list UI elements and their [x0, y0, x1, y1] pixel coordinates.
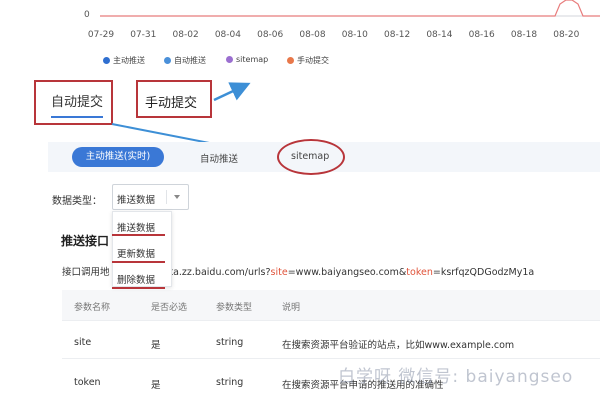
table-header-name: 参数名称 — [74, 303, 111, 313]
param-type: string — [216, 377, 244, 388]
x-tick-label: 07-29 — [87, 30, 115, 40]
chevron-down-icon[interactable] — [166, 190, 186, 204]
legend-item[interactable]: 主动推送 — [103, 55, 145, 66]
submission-chart: 0 07-29 07-31 08-02 08-04 08-06 08-08 08-10 08-… — [0, 0, 600, 70]
legend-label: sitemap — [236, 55, 269, 64]
api-url-site-key: site — [270, 267, 288, 278]
legend-dot-icon — [287, 57, 294, 64]
annotation-underline — [112, 287, 165, 289]
dropdown-option-delete[interactable]: 删除数据 — [117, 272, 155, 286]
x-tick-label: 08-08 — [299, 30, 326, 40]
annotation-underline — [112, 261, 165, 263]
dropdown-option-update[interactable]: 更新数据 — [117, 246, 155, 260]
param-required: 是 — [151, 340, 161, 351]
param-required: 是 — [151, 380, 161, 391]
api-url-token-value: =ksrfqzQDGodzMy1a — [432, 267, 535, 278]
annotation-underline — [112, 234, 165, 236]
x-tick-label: 08-04 — [214, 30, 241, 40]
annotation-box-manual-submit — [136, 80, 212, 118]
x-tick-label: 08-18 — [510, 30, 538, 40]
api-url-host: data.zz.baidu.com/urls? — [157, 267, 271, 278]
param-type: string — [216, 337, 244, 348]
x-tick-label: 08-14 — [426, 30, 453, 40]
watermark: 白学呀 微信号: baiyangseo — [338, 367, 574, 387]
annotation-box-auto-submit — [34, 80, 113, 125]
x-tick-label: 08-20 — [553, 30, 580, 40]
param-name: token — [74, 377, 101, 388]
legend-dot-icon — [226, 56, 233, 63]
data-type-label: 数据类型： — [52, 196, 102, 207]
legend-item[interactable]: sitemap — [226, 55, 268, 64]
api-url-site-value: =www.baiyangseo.com& — [287, 267, 407, 278]
push-interface-title: 推送接口 — [61, 234, 110, 248]
x-tick-label: 08-10 — [341, 30, 368, 40]
data-type-selected-value: 推送数据 — [117, 195, 156, 206]
x-tick-label: 08-12 — [384, 30, 411, 40]
params-table-header — [62, 290, 600, 320]
legend-label: 主动推送 — [113, 56, 145, 65]
param-name: site — [74, 337, 92, 348]
x-tick-label: 08-16 — [468, 30, 495, 40]
subtab-active-push[interactable]: 主动推送(实时) — [72, 147, 164, 167]
annotation-ellipse-sitemap — [277, 139, 345, 175]
x-tick-label: 08-06 — [257, 30, 284, 40]
param-desc: 在搜索资源平台验证的站点，比如www.example.com — [282, 340, 515, 351]
x-tick-label: 08-02 — [172, 30, 199, 40]
x-tick-label: 07-31 — [130, 30, 157, 40]
table-row-divider — [62, 320, 600, 321]
chart-plot — [100, 0, 600, 17]
dropdown-option-push[interactable]: 推送数据 — [117, 220, 155, 234]
chart-series-line — [100, 0, 600, 17]
api-url-token-key: token — [406, 267, 433, 278]
table-header-required: 是否必选 — [151, 303, 188, 313]
api-url-prefix: 接口调用地 — [62, 267, 110, 278]
subtab-auto-push[interactable]: 自动推送 — [200, 151, 238, 165]
legend-item[interactable]: 自动推送 — [164, 55, 206, 66]
legend-label: 自动推送 — [174, 56, 206, 65]
table-header-desc: 说明 — [282, 303, 301, 313]
legend-dot-icon — [103, 57, 110, 64]
table-header-type: 参数类型 — [216, 303, 253, 313]
legend-dot-icon — [164, 57, 171, 64]
y-tick-label: 0 — [84, 10, 90, 20]
arrow-to-manual-tab — [213, 82, 251, 102]
legend-item[interactable]: 手动提交 — [287, 55, 329, 66]
legend-label: 手动提交 — [297, 56, 329, 65]
table-row-divider — [62, 358, 600, 359]
